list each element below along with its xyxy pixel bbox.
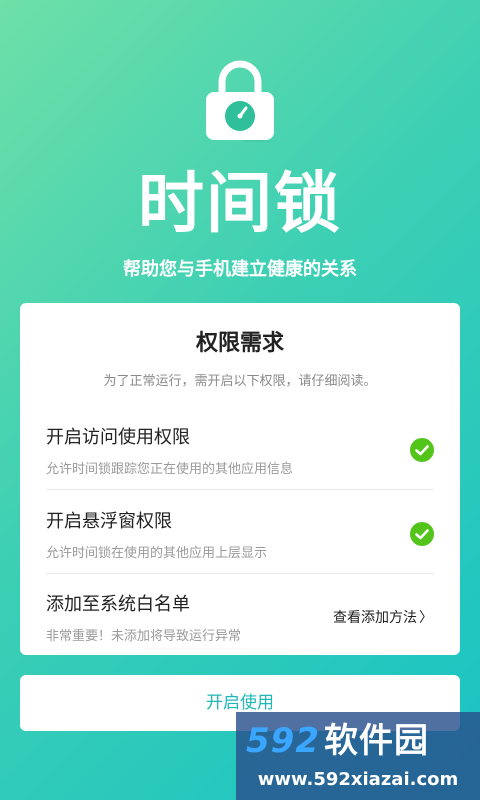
chevron-right-icon: 〉 — [419, 610, 433, 626]
divider — [46, 489, 434, 490]
card-title: 权限需求 — [195, 331, 284, 356]
permission-subtitle: 非常重要！未添加将导致运行异常 — [46, 629, 242, 644]
app-title: 时间锁 — [138, 165, 342, 242]
view-whitelist-method-link[interactable]: 查看添加方法〉 — [333, 608, 433, 628]
permission-overlay[interactable]: 开启悬浮窗权限 允许时间锁在使用的其他应用上层显示 — [20, 491, 460, 575]
hero-section: 时间锁 帮助您与手机建立健康的关系 — [0, 0, 480, 300]
app-tagline: 帮助您与手机建立健康的关系 — [123, 259, 357, 280]
watermark: 592 软件园 www.592xiazai.com — [236, 712, 480, 800]
permission-subtitle: 允许时间锁跟踪您正在使用的其他应用信息 — [46, 462, 294, 477]
permission-title: 开启悬浮窗权限 — [46, 511, 172, 532]
check-circle-icon — [410, 522, 434, 546]
watermark-logo-digits: 592 — [246, 721, 320, 761]
permission-subtitle: 允许时间锁在使用的其他应用上层显示 — [46, 546, 268, 561]
permission-title: 开启访问使用权限 — [46, 427, 190, 448]
permission-whitelist: 添加至系统白名单 非常重要！未添加将导致运行异常 查看添加方法〉 — [20, 574, 460, 658]
permission-title: 添加至系统白名单 — [46, 594, 190, 615]
permissions-card: 权限需求 为了正常运行，需开启以下权限，请仔细阅读。 开启访问使用权限 允许时间… — [20, 303, 460, 655]
card-description: 为了正常运行，需开启以下权限，请仔细阅读。 — [103, 374, 377, 389]
check-circle-icon — [410, 438, 434, 462]
watermark-logo: 592 软件园 — [246, 718, 470, 764]
permission-usage-access[interactable]: 开启访问使用权限 允许时间锁跟踪您正在使用的其他应用信息 — [20, 407, 460, 491]
lock-icon — [206, 60, 276, 142]
watermark-url: www.592xiazai.com — [257, 769, 459, 790]
link-label: 查看添加方法 — [333, 610, 417, 626]
watermark-logo-text: 软件园 — [323, 721, 429, 761]
